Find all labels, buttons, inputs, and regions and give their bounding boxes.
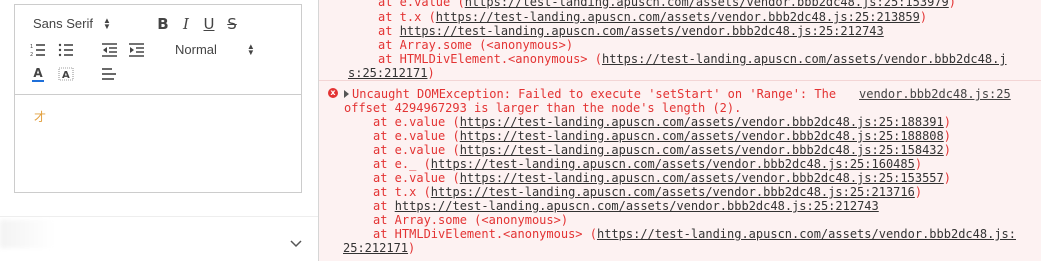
stack-link[interactable]: 25:212171 — [343, 241, 408, 255]
console-error-message: x Uncaught DOMException: Failed to execu… — [319, 80, 1041, 261]
strike-button[interactable]: S — [223, 15, 241, 33]
bold-button[interactable]: B — [154, 15, 172, 33]
text-color-icon: A — [33, 65, 43, 80]
expand-button[interactable] — [288, 236, 304, 252]
stack-link[interactable]: https://test-landing.apuscn.com/assets/v… — [395, 199, 879, 213]
indent-button[interactable] — [128, 41, 146, 59]
stack-line: at https://test-landing.apuscn.com/asset… — [373, 199, 879, 213]
svg-text:2: 2 — [30, 52, 33, 57]
italic-button[interactable]: I — [177, 15, 195, 33]
stack-line: at e.value (https://test-landing.apuscn.… — [378, 0, 956, 9]
stack-link[interactable]: https://test-landing.apuscn.com/assets/v… — [460, 115, 944, 129]
background-color-icon: A — [58, 67, 74, 81]
stack-link[interactable]: s:25:212171 — [348, 66, 427, 80]
stack-line: at t.x (https://test-landing.apuscn.com/… — [378, 10, 928, 24]
error-icon: x — [328, 88, 338, 98]
blurred-placeholder — [0, 220, 54, 248]
error-header-line1: Uncaught DOMException: Failed to execute… — [352, 87, 837, 101]
picker-arrows-icon: ▲ ▼ — [246, 41, 255, 57]
stack-link[interactable]: https://test-landing.apuscn.com/assets/v… — [431, 157, 915, 171]
console-message: at e.value (https://test-landing.apuscn.… — [319, 0, 1041, 80]
stack-link[interactable]: https://test-landing.apuscn.com/assets/v… — [431, 185, 915, 199]
stack-line: at e.value (https://test-landing.apuscn.… — [373, 115, 951, 129]
stack-link[interactable]: https://test-landing.apuscn.com/assets/v… — [602, 52, 1007, 66]
header-picker-label: Normal — [175, 42, 217, 57]
bullet-list-button[interactable] — [57, 41, 75, 59]
stack-line: 25:212171) — [343, 241, 416, 255]
editor-toolbar: Sans Serif ▲ ▼ B I U S 1 2 Normal ▲ ▼ A … — [15, 5, 301, 94]
font-picker[interactable]: Sans Serif ▲ ▼ — [33, 16, 111, 31]
bullet-list-icon — [58, 43, 73, 57]
color-swatch — [32, 79, 44, 82]
stack-line: at https://test-landing.apuscn.com/asset… — [378, 24, 884, 38]
stack-line: at HTMLDivElement.<anonymous> (https://t… — [378, 52, 1007, 66]
font-picker-label: Sans Serif — [33, 16, 93, 31]
background-color-button[interactable]: A — [57, 65, 75, 83]
rich-text-editor: Sans Serif ▲ ▼ B I U S 1 2 Normal ▲ ▼ A … — [14, 4, 302, 193]
chevron-down-icon — [290, 240, 302, 248]
stack-link[interactable]: https://test-landing.apuscn.com/assets/v… — [436, 10, 920, 24]
outdent-icon — [102, 43, 117, 57]
expand-triangle-icon[interactable] — [344, 90, 349, 98]
align-left-icon — [102, 68, 116, 80]
header-picker[interactable]: Normal ▲ ▼ — [175, 42, 255, 57]
stack-link[interactable]: https://test-landing.apuscn.com/assets/v… — [400, 24, 884, 38]
stack-link[interactable]: https://test-landing.apuscn.com/assets/v… — [597, 227, 1016, 241]
stack-link[interactable]: https://test-landing.apuscn.com/assets/v… — [460, 143, 944, 157]
picker-arrows-icon: ▲ ▼ — [102, 15, 111, 31]
stack-link[interactable]: https://test-landing.apuscn.com/assets/v… — [460, 171, 944, 185]
stack-line: at HTMLDivElement.<anonymous> (https://t… — [373, 227, 1016, 241]
stack-line: at Array.some (<anonymous>) — [373, 213, 569, 227]
svg-text:A: A — [62, 70, 70, 81]
editor-text: 才 — [34, 110, 47, 124]
stack-line: at e._ (https://test-landing.apuscn.com/… — [373, 157, 923, 171]
indent-icon — [129, 43, 144, 57]
outdent-button[interactable] — [101, 41, 119, 59]
stack-link[interactable]: https://test-landing.apuscn.com/assets/v… — [465, 0, 949, 9]
stack-link[interactable]: https://test-landing.apuscn.com/assets/v… — [460, 129, 944, 143]
source-link[interactable]: vendor.bbb2dc48.js:25 — [859, 87, 1011, 101]
stack-line: at Array.some (<anonymous>) — [378, 38, 574, 52]
stack-line: at t.x (https://test-landing.apuscn.com/… — [373, 185, 923, 199]
align-button[interactable] — [101, 65, 119, 83]
text-color-button[interactable]: A — [29, 65, 47, 83]
stack-line: at e.value (https://test-landing.apuscn.… — [373, 143, 951, 157]
stack-line: at e.value (https://test-landing.apuscn.… — [373, 129, 951, 143]
stack-line: s:25:212171) — [348, 66, 435, 80]
underline-button[interactable]: U — [200, 15, 218, 33]
ordered-list-icon: 1 2 — [30, 44, 45, 57]
stack-line: at e.value (https://test-landing.apuscn.… — [373, 171, 951, 185]
error-header-line2: offset 4294967293 is larger than the nod… — [344, 101, 742, 115]
left-pane: Sans Serif ▲ ▼ B I U S 1 2 Normal ▲ ▼ A … — [0, 0, 318, 261]
ordered-list-button[interactable]: 1 2 — [29, 41, 47, 59]
devtools-console: at e.value (https://test-landing.apuscn.… — [319, 0, 1041, 261]
editor-content[interactable]: 才 — [15, 94, 301, 193]
svg-text:1: 1 — [30, 44, 33, 50]
divider — [0, 216, 318, 217]
